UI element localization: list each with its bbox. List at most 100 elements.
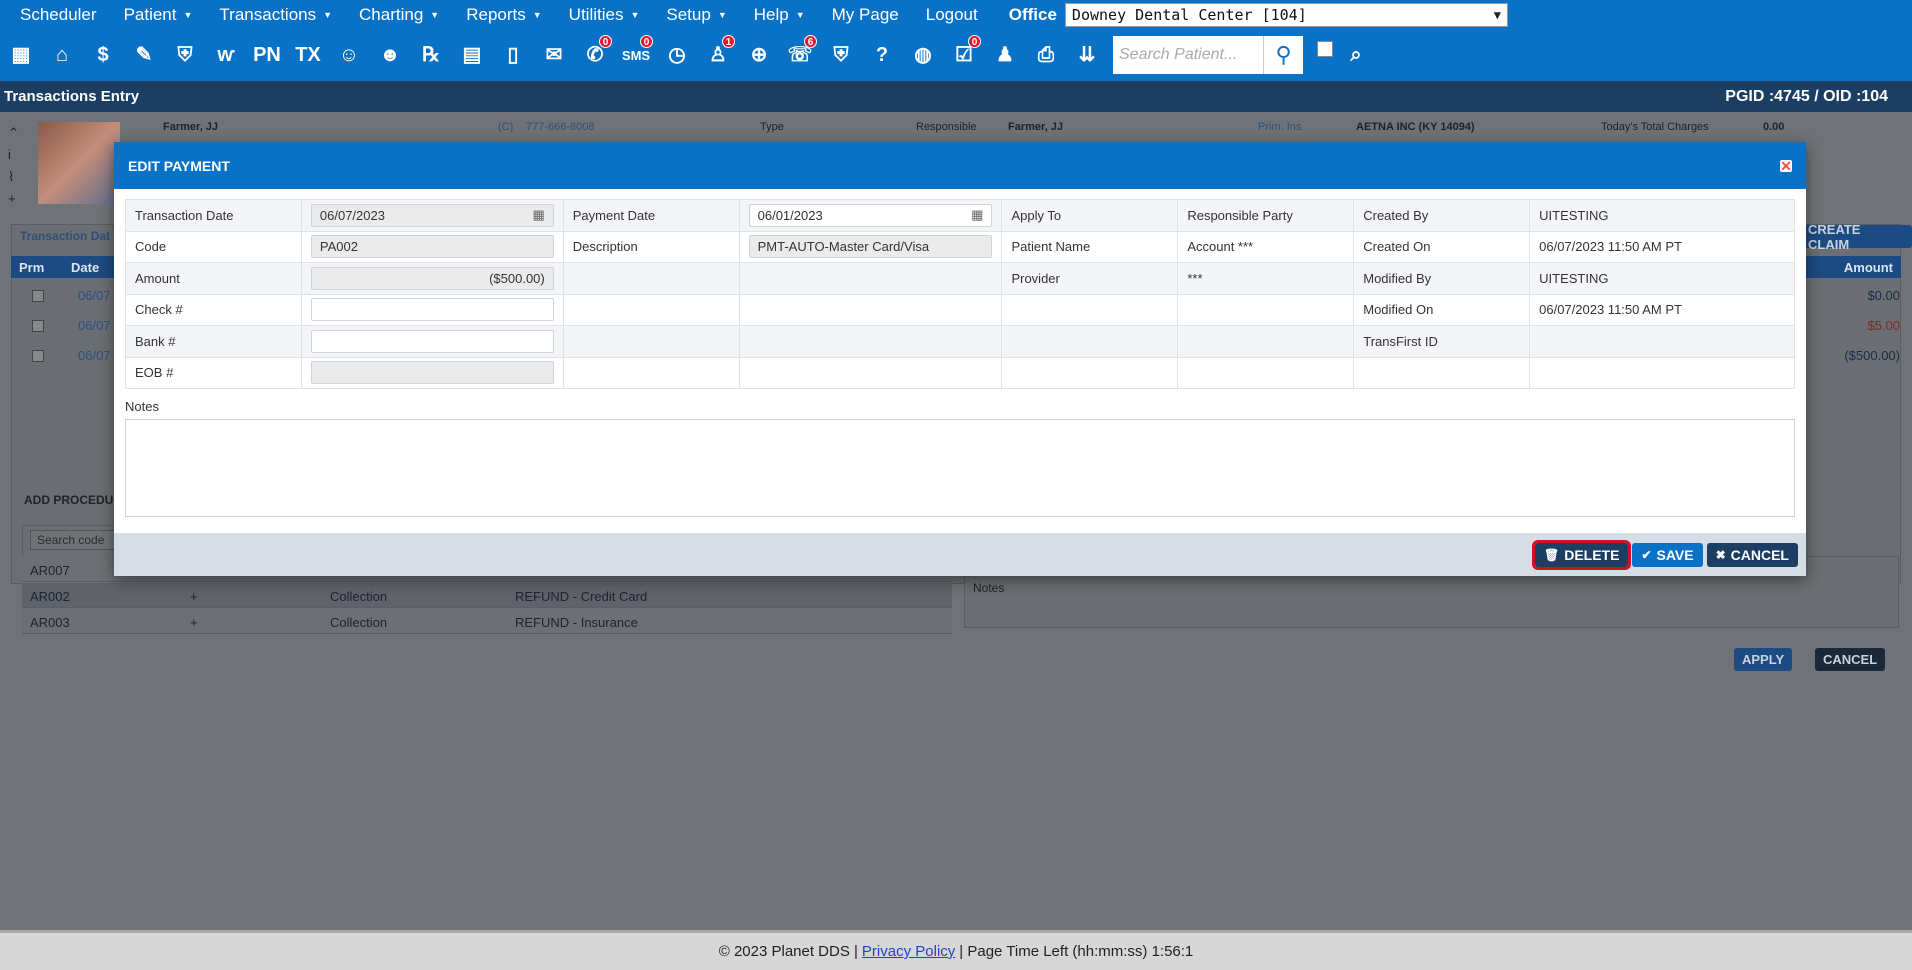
calendar-icon[interactable]: ▦ <box>532 207 544 223</box>
info-icon[interactable]: i <box>8 144 19 166</box>
table-row: Amount ($500.00) Provider *** Modified B… <box>125 262 1795 295</box>
icon-glyph: SMS <box>621 47 651 63</box>
menu-item-patient[interactable]: Patient ▼ <box>124 5 193 25</box>
mail-icon[interactable]: ✉ <box>535 34 573 76</box>
code-code: AR003 <box>30 615 70 630</box>
icon-glyph: ☏ <box>787 44 813 66</box>
tooth-icon[interactable]: ⛨ <box>822 34 860 76</box>
document-icon[interactable]: ▯ <box>494 34 532 76</box>
menu-item-setup[interactable]: Setup ▼ <box>666 5 726 25</box>
close-icon[interactable]: ✕ <box>1780 159 1792 173</box>
icon-glyph: ☻ <box>379 44 401 66</box>
cancel-button[interactable]: ✖ CANCEL <box>1706 542 1798 567</box>
edit-pencil-icon[interactable]: ✎ <box>125 34 163 76</box>
tooth-chart-icon[interactable]: ⛨ <box>166 34 204 76</box>
bg-cancel-label: CANCEL <box>1823 652 1878 667</box>
save-button[interactable]: ✔ SAVE <box>1632 542 1703 567</box>
patient-search-icon[interactable]: ⚲ <box>1263 36 1303 74</box>
calendar-icon[interactable]: ▦ <box>2 34 40 76</box>
menu-item-my-page[interactable]: My Page <box>832 5 899 25</box>
patient-search-input[interactable]: Search Patient... <box>1113 36 1263 74</box>
icon-glyph: ▦ <box>11 44 31 66</box>
menu-item-label: Utilities <box>568 4 624 24</box>
office-select-value: Downey Dental Center [104] <box>1071 5 1307 24</box>
printer-icon[interactable]: ⎙ <box>1027 34 1065 76</box>
users-alert-icon[interactable]: ♙ 1 <box>699 34 737 76</box>
treatment-plan-icon[interactable]: TX <box>289 34 327 76</box>
menu-item-utilities[interactable]: Utilities ▼ <box>569 5 640 25</box>
attachment-icon[interactable]: ⌇ <box>8 166 19 188</box>
menu-item-help[interactable]: Help ▼ <box>754 5 805 25</box>
add-icon[interactable]: + <box>8 188 19 210</box>
amount-field[interactable]: ($500.00) <box>310 266 554 290</box>
modal-footer: 🗑 DELETE ✔ SAVE ✖ CANCEL <box>114 533 1806 576</box>
note-icon[interactable]: ▤ <box>453 34 491 76</box>
icon-glyph: ♙ <box>709 44 727 66</box>
row-checkbox[interactable] <box>32 320 44 332</box>
globe-user-icon[interactable]: ⊕ <box>740 34 778 76</box>
add-family-icon[interactable]: ☻ <box>371 34 409 76</box>
menu-item-transactions[interactable]: Transactions ▼ <box>219 5 332 25</box>
bg-cancel-button[interactable]: CANCEL <box>1815 648 1886 671</box>
payment-date-field[interactable]: 06/01/2023 ▦ <box>748 203 993 227</box>
row-checkbox[interactable] <box>32 350 44 362</box>
table-row: Bank # TransFirst ID <box>125 325 1795 358</box>
tooth-question-icon[interactable]: ? <box>863 34 901 76</box>
support-user-icon[interactable]: ☏ 6 <box>781 34 819 76</box>
perio-tooth-icon[interactable]: ⱳ <box>207 34 245 76</box>
row-date[interactable]: 06/07 <box>78 318 111 333</box>
home-icon[interactable]: ⌂ <box>43 34 81 76</box>
collapse-icon[interactable]: ⌃ <box>8 122 19 144</box>
row-checkbox[interactable] <box>32 290 44 302</box>
created-by-label: Created By <box>1353 199 1531 232</box>
dollar-transfer-icon[interactable]: $ <box>84 34 122 76</box>
sms-icon[interactable]: SMS 0 <box>617 34 655 76</box>
family-icon[interactable]: ♟ <box>986 34 1024 76</box>
add-patient-icon[interactable]: ☺ <box>330 34 368 76</box>
toolbar-checkbox[interactable] <box>1317 41 1333 57</box>
delete-label: DELETE <box>1564 546 1620 563</box>
web-globe-icon[interactable]: ◍ <box>904 34 942 76</box>
menu-item-logout[interactable]: Logout <box>926 5 978 25</box>
menu-item-label: Help <box>753 4 789 24</box>
notes-textarea[interactable] <box>125 419 1795 517</box>
code-field[interactable]: PA002 <box>310 235 554 259</box>
caret-down-icon: ▼ <box>183 9 193 20</box>
office-select[interactable]: Downey Dental Center [104] ▼ <box>1064 2 1508 27</box>
code-type: Collection <box>330 615 388 630</box>
transfirst-id-value <box>1529 325 1795 358</box>
modified-on-value: 06/07/2023 11:50 AM PT <box>1529 293 1795 326</box>
prescription-icon[interactable]: ℞ <box>412 34 450 76</box>
menu-item-reports[interactable]: Reports ▼ <box>466 5 541 25</box>
document-check-icon[interactable]: ☑ 0 <box>945 34 983 76</box>
advanced-search-icon[interactable]: ⌕ <box>1337 34 1375 76</box>
row-date[interactable]: 06/07 <box>78 288 111 303</box>
list-item[interactable]: AR002 + Collection REFUND - Credit Card <box>22 583 952 608</box>
icon-glyph: ⎙ <box>1038 44 1054 66</box>
description-field[interactable]: PMT-AUTO-Master Card/Visa <box>748 235 993 259</box>
chat-icon[interactable]: ✆ 0 <box>576 34 614 76</box>
delete-button[interactable]: 🗑 DELETE <box>1531 539 1632 570</box>
privacy-policy-link[interactable]: Privacy Policy <box>862 943 955 960</box>
menu-item-charting[interactable]: Charting ▼ <box>359 5 439 25</box>
list-item[interactable]: AR003 + Collection REFUND - Insurance <box>22 609 952 634</box>
row-date[interactable]: 06/07 <box>78 348 111 363</box>
icon-glyph: ▤ <box>462 44 482 66</box>
check-label: Check # <box>125 293 302 326</box>
check-circle-icon: ✔ <box>1641 547 1652 562</box>
clock-icon[interactable]: ◷ <box>658 34 696 76</box>
check-number-input[interactable] <box>310 298 554 322</box>
bank-number-input[interactable] <box>310 329 554 353</box>
progress-notes-icon[interactable]: PN <box>248 34 286 76</box>
create-claim-button[interactable]: CREATE CLAIM <box>1800 222 1912 252</box>
create-claim-label: CREATE CLAIM <box>1808 221 1861 252</box>
download-chevrons-icon[interactable]: ⇊ <box>1068 34 1106 76</box>
notification-badge: 6 <box>804 35 817 48</box>
menu-item-scheduler[interactable]: Scheduler <box>20 5 97 25</box>
transaction-date-field[interactable]: 06/07/2023 ▦ <box>310 203 554 227</box>
eob-number-field[interactable] <box>310 361 554 385</box>
patient-name-value: Account *** <box>1177 230 1355 263</box>
apply-button[interactable]: APPLY <box>1734 648 1793 671</box>
page-title-bar: Transactions Entry PGID :4745 / OID :104 <box>0 81 1912 112</box>
calendar-icon[interactable]: ▦ <box>971 207 983 223</box>
